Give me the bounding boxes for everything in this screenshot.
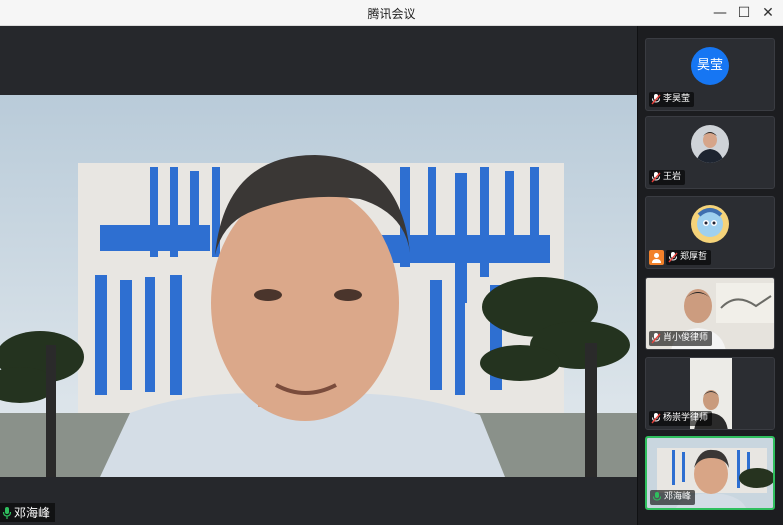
mic-muted-icon <box>668 252 678 263</box>
participant-nametag: 邓海峰 <box>650 490 696 505</box>
close-button[interactable]: ✕ <box>757 3 779 23</box>
participant-nametag: 肖小俊律师 <box>649 331 713 346</box>
participant-name: 杨崇学律师 <box>663 413 709 423</box>
minimize-button[interactable]: — <box>709 3 731 23</box>
participant-name: 王岩 <box>663 172 682 182</box>
participant-sidebar[interactable]: 昊莹 李昊莹 王岩 郑厚哲 肖小俊律师 杨崇学律师 邓海峰 <box>637 26 783 525</box>
participant-name: 肖小俊律师 <box>663 333 709 343</box>
participant-tile[interactable]: 杨崇学律师 <box>645 357 775 430</box>
avatar <box>691 205 729 243</box>
participant-tile[interactable]: 昊莹 李昊莹 <box>645 38 775 111</box>
participant-nametag: 郑厚哲 <box>666 250 712 265</box>
mic-muted-icon <box>651 413 661 424</box>
participant-tile-active[interactable]: 邓海峰 <box>645 436 775 510</box>
participant-name: 李昊莹 <box>663 94 691 104</box>
participant-name: 郑厚哲 <box>680 252 708 262</box>
main-speaker-name: 邓海峰 <box>14 506 51 520</box>
window-title: 腾讯会议 <box>367 7 416 21</box>
participant-nametag: 杨崇学律师 <box>649 411 713 426</box>
avatar <box>691 125 729 163</box>
mic-muted-icon <box>651 172 661 183</box>
participant-name: 邓海峰 <box>664 492 692 502</box>
mic-icon <box>653 492 661 501</box>
participant-tile[interactable]: 郑厚哲 <box>645 196 775 269</box>
avatar: 昊莹 <box>691 47 729 85</box>
main-speaker-nametag: 邓海峰 <box>0 503 56 522</box>
main-video-area[interactable] <box>0 26 637 525</box>
maximize-button[interactable]: ☐ <box>733 3 755 23</box>
title-bar: 腾讯会议 — ☐ ✕ <box>0 0 783 26</box>
participant-nametag: 李昊莹 <box>649 92 695 107</box>
speaker-video <box>0 95 637 477</box>
participant-nametag: 王岩 <box>649 170 686 185</box>
mic-icon <box>2 506 12 519</box>
mic-muted-icon <box>651 333 661 344</box>
participant-tile[interactable]: 王岩 <box>645 116 775 189</box>
mic-muted-icon <box>651 94 661 105</box>
participant-tile[interactable]: 肖小俊律师 <box>645 277 775 350</box>
screen-share-icon <box>649 250 664 265</box>
